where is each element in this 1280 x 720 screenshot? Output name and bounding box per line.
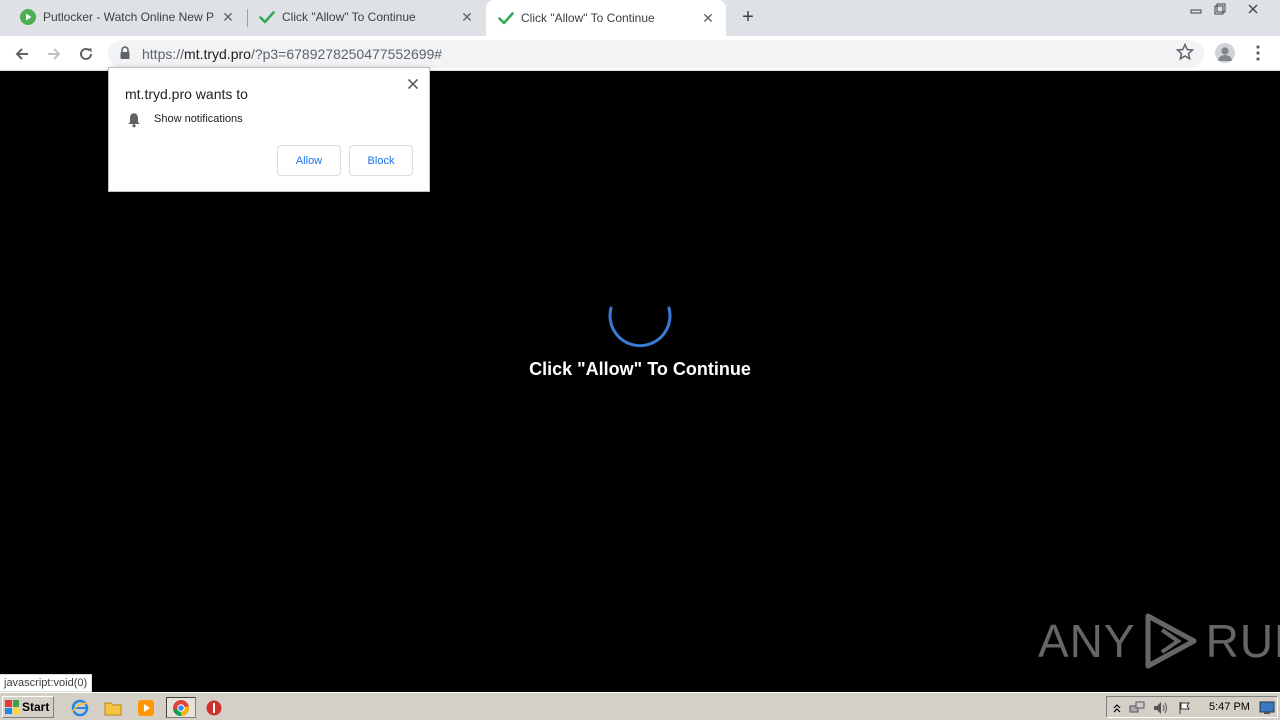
menu-kebab-icon[interactable]: [1252, 44, 1264, 62]
reload-button[interactable]: [73, 41, 99, 67]
clock[interactable]: 5:47 PM: [1209, 701, 1250, 713]
windows-flag-icon: [5, 700, 19, 714]
action-center-flag-icon[interactable]: [1177, 700, 1193, 716]
reload-icon: [80, 47, 92, 60]
volume-icon[interactable]: [1153, 700, 1169, 716]
file-explorer-icon[interactable]: [101, 697, 125, 718]
url-scheme: https://: [142, 46, 185, 62]
close-tab-icon[interactable]: ✕: [220, 9, 236, 25]
internet-explorer-icon[interactable]: [68, 697, 92, 718]
notification-permission-popup: mt.tryd.pro wants to Show notifications …: [108, 67, 430, 192]
checkmark-icon: [259, 9, 275, 25]
tab-click-allow-1[interactable]: Click "Allow" To Continue ✕: [239, 0, 485, 34]
close-tab-icon[interactable]: ✕: [700, 10, 716, 26]
bookmark-star-icon[interactable]: [1175, 42, 1195, 66]
block-button[interactable]: Block: [349, 145, 413, 176]
permission-request: Show notifications: [154, 113, 243, 125]
media-player-icon[interactable]: [134, 697, 158, 718]
close-icon[interactable]: [406, 77, 420, 91]
close-icon: [1248, 4, 1258, 14]
start-button[interactable]: Start: [2, 696, 54, 718]
anyrun-watermark: ANY RUN: [1038, 610, 1280, 672]
back-button[interactable]: [9, 41, 35, 67]
watermark-play-icon: [1145, 613, 1197, 669]
permission-origin: mt.tryd.pro wants to: [125, 86, 248, 102]
restore-button[interactable]: [1209, 0, 1231, 18]
forward-arrow-icon: [48, 48, 61, 60]
network-icon[interactable]: [1129, 700, 1145, 716]
url-path: /?p3=6789278250477552699#: [250, 46, 443, 62]
watermark-any: ANY: [1038, 615, 1136, 667]
bell-icon: [127, 112, 141, 133]
chrome-taskbar-icon[interactable]: [166, 697, 196, 718]
tab-title: Putlocker - Watch Online New Putlocker: [43, 10, 214, 24]
stop-icon[interactable]: [202, 697, 226, 718]
continue-message: Click "Allow" To Continue: [529, 359, 751, 379]
taskbar: Start 5:47 PM: [0, 692, 1280, 720]
start-label: Start: [22, 700, 50, 714]
restore-icon: [1214, 3, 1226, 15]
tab-putlocker[interactable]: Putlocker - Watch Online New Putlocker ✕: [0, 0, 246, 34]
system-tray: 5:47 PM: [1106, 696, 1278, 718]
minimize-button[interactable]: [1185, 0, 1207, 18]
play-circle-icon: [20, 9, 36, 25]
browser-toolbar: https://mt.tryd.pro/?p3=6789278250477552…: [0, 36, 1280, 71]
tab-strip: Putlocker - Watch Online New Putlocker ✕…: [0, 0, 1280, 36]
new-tab-button[interactable]: +: [737, 7, 759, 29]
back-arrow-icon: [15, 48, 28, 60]
tray-expand-icon[interactable]: [1109, 700, 1125, 716]
status-bubble: javascript:void(0): [0, 674, 93, 692]
tab-title: Click "Allow" To Continue: [282, 10, 416, 24]
url-host: mt.tryd.pro: [184, 46, 251, 62]
lock-icon[interactable]: [119, 46, 131, 65]
show-desktop-icon[interactable]: [1259, 700, 1275, 716]
forward-button[interactable]: [41, 41, 67, 67]
watermark-run: RUN: [1205, 615, 1280, 667]
address-bar[interactable]: https://mt.tryd.pro/?p3=6789278250477552…: [108, 40, 1204, 68]
screen: Putlocker - Watch Online New Putlocker ✕…: [0, 0, 1280, 720]
tab-click-allow-active[interactable]: Click "Allow" To Continue ✕: [486, 0, 726, 36]
close-window-button[interactable]: [1233, 0, 1273, 18]
loading-spinner-icon: [608, 298, 672, 362]
minimize-icon: [1190, 9, 1202, 14]
checkmark-icon: [498, 10, 514, 26]
tab-title: Click "Allow" To Continue: [521, 11, 655, 25]
close-tab-icon[interactable]: ✕: [459, 9, 475, 25]
url-text: https://mt.tryd.pro/?p3=6789278250477552…: [142, 46, 442, 62]
allow-button[interactable]: Allow: [277, 145, 341, 176]
profile-avatar-icon[interactable]: [1215, 43, 1235, 63]
